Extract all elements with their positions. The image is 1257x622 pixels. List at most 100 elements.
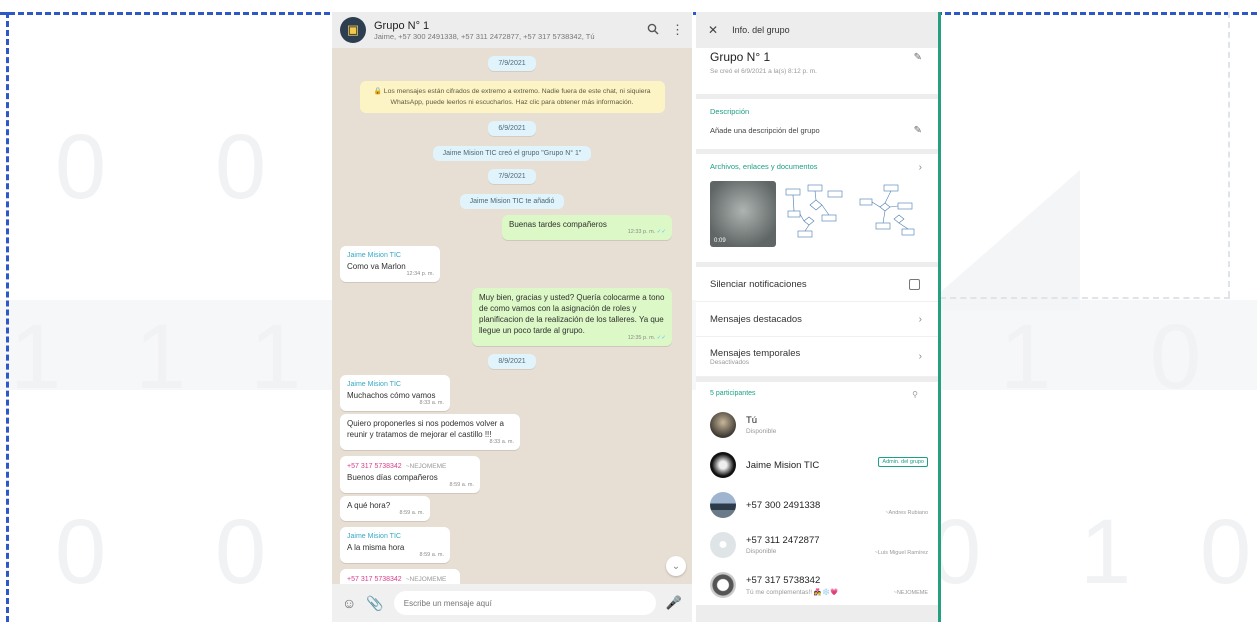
settings-card: Silenciar notificaciones Mensajes destac… (696, 267, 938, 377)
chat-members: Jaime, +57 300 2491338, +57 311 2472877,… (374, 31, 595, 41)
chat-header[interactable]: ▣ Grupo N° 1 Jaime, +57 300 2491338, +57… (332, 12, 692, 48)
participant-alias: ~Andres Rubiano (885, 510, 928, 516)
bg-digit: 1 (10, 306, 62, 408)
avatar (710, 412, 736, 438)
temporal-messages-row[interactable]: Mensajes temporales Desactivados › (696, 337, 938, 377)
message-sender: Jaime Mision TIC (347, 252, 401, 259)
chevron-down-icon: ⌄ (671, 560, 681, 572)
search-icon[interactable] (647, 23, 659, 38)
video-duration: 0:09 (714, 238, 726, 244)
diagram-thumbnail[interactable] (854, 181, 920, 247)
incoming-message[interactable]: A qué hora? 8:59 a. m. (340, 496, 430, 521)
bg-digit: 0 (55, 116, 107, 218)
avatar (710, 452, 736, 478)
diagram-image-icon (859, 184, 915, 236)
description-placeholder[interactable]: Añade una descripción del grupo (710, 126, 924, 135)
outgoing-message[interactable]: Buenas tardes compañeros 12:33 p. m. ✓✓ (502, 215, 672, 240)
mute-checkbox[interactable] (909, 278, 920, 290)
message-list[interactable]: 7/9/2021 🔒 Los mensajes están cifrados d… (332, 48, 692, 584)
system-message: Jaime Mision TIC creó el grupo "Grupo N°… (432, 146, 592, 161)
dashed-border-left (6, 12, 9, 622)
message-time: 8:33 a. m. (419, 400, 444, 406)
chat-panel: ▣ Grupo N° 1 Jaime, +57 300 2491338, +57… (332, 12, 692, 622)
microphone-icon[interactable]: 🎤 (666, 595, 682, 611)
dashed-border-mid (940, 297, 1230, 299)
date-chip: 7/9/2021 (488, 169, 536, 184)
encryption-notice[interactable]: 🔒 Los mensajes están cifrados de extremo… (359, 81, 665, 113)
participant-name: +57 311 2472877 (746, 535, 820, 546)
participant-name: +57 317 5738342 (746, 574, 821, 586)
message-sender: Jaime Mision TIC (347, 381, 401, 388)
incoming-message[interactable]: +57 317 5738342 ~NEJOMEME (340, 569, 460, 584)
admin-badge: Admin. del grupo (878, 457, 928, 467)
group-name-card: Grupo N° 1 Se creó el 6/9/2021 a la(s) 8… (696, 48, 938, 94)
bg-digit: 0 (1150, 306, 1202, 408)
search-participants-icon[interactable]: ⚲ (912, 390, 918, 399)
incoming-message[interactable]: Jaime Mision TIC Muchachos cómo vamos 8:… (340, 375, 450, 411)
participant-row[interactable]: Tú Disponible (696, 405, 938, 445)
diagram-thumbnail[interactable] (782, 181, 848, 247)
bg-digit: 0 (55, 501, 107, 603)
avatar (710, 492, 736, 518)
chevron-right-icon: › (918, 313, 922, 325)
starred-label: Mensajes destacados (710, 313, 802, 325)
chat-title: Grupo N° 1 (374, 19, 430, 32)
incoming-message[interactable]: Quiero proponerles si nos podemos volver… (340, 414, 520, 450)
message-time: 8:33 a. m. (489, 439, 514, 445)
double-check-icon: ✓✓ (656, 335, 666, 341)
system-message: Jaime Mision TIC te añadió (459, 194, 565, 209)
incoming-message[interactable]: +57 317 5738342 ~NEJOMEME Buenos días com… (340, 456, 480, 493)
participant-row[interactable]: +57 317 5738342 Tú me complementas!! 👩‍❤… (696, 565, 938, 605)
temporal-state: Desactivados (710, 358, 750, 366)
emoji-icon[interactable]: ☺ (342, 595, 356, 611)
chevron-right-icon: › (918, 351, 922, 362)
info-header: ✕ Info. del grupo (696, 12, 938, 48)
mute-notifications-row[interactable]: Silenciar notificaciones (696, 267, 938, 302)
message-sender: Jaime Mision TIC (347, 533, 401, 540)
starred-messages-row[interactable]: Mensajes destacados › (696, 302, 938, 337)
message-time: 8:59 a. m. (449, 482, 474, 488)
participant-row[interactable]: ● +57 311 2472877 Disponible ~Luis Migue… (696, 525, 938, 565)
scroll-down-button[interactable]: ⌄ (666, 556, 686, 576)
message-time: 8:59 a. m. (399, 510, 424, 516)
participants-count: 5 participantes (710, 390, 756, 397)
close-icon[interactable]: ✕ (708, 23, 718, 37)
message-text: Buenos días compañeros (347, 473, 438, 482)
message-time: 12:34 p. m. (406, 271, 434, 277)
background-shape (920, 170, 1080, 310)
default-avatar-icon: ● (710, 532, 736, 558)
date-chip: 8/9/2021 (488, 354, 536, 369)
outgoing-message[interactable]: Muy bien, gracias y usted? Quería coloca… (472, 288, 672, 346)
bg-digit: 1 (1080, 501, 1132, 603)
media-label[interactable]: Archivos, enlaces y documentos (710, 162, 924, 171)
message-time: 8:59 a. m. (419, 552, 444, 558)
bg-digit: 1 (250, 306, 302, 408)
monitor-icon: ▣ (346, 22, 360, 37)
participant-alias: ~Luis Miguel Ramírez (874, 550, 928, 556)
message-time: 12:35 p. m. ✓✓ (627, 335, 666, 341)
temporal-label: Mensajes temporales (710, 347, 801, 359)
participant-row[interactable]: Jaime Mision TIC Admin. del grupo (696, 445, 938, 485)
group-avatar[interactable]: ▣ (340, 17, 366, 43)
dashed-border-right (1228, 12, 1230, 297)
attach-icon[interactable]: 📎 (366, 595, 383, 612)
incoming-message[interactable]: Jaime Mision TIC Como va Marlon 12:34 p.… (340, 246, 440, 282)
participant-status: Tú me complementas!! 👩‍❤️‍👨❄️💗 (746, 588, 839, 596)
message-sender: +57 317 5738342 (347, 576, 402, 583)
sender-nickname: ~NEJOMEME (405, 576, 447, 583)
video-thumbnail[interactable]: 0:09 (710, 181, 776, 247)
message-composer: ☺ 📎 🎤 (332, 584, 692, 622)
menu-icon[interactable]: ⋮ (671, 22, 684, 38)
participant-row[interactable]: +57 300 2491338 ~Andres Rubiano (696, 485, 938, 525)
message-input[interactable] (393, 591, 656, 615)
group-name: Grupo N° 1 (710, 50, 771, 64)
sender-nickname: ~NEJOMEME (405, 463, 447, 470)
double-check-icon: ✓✓ (656, 229, 666, 235)
edit-description-icon[interactable]: ✎ (914, 125, 922, 136)
edit-name-icon[interactable]: ✎ (914, 52, 922, 63)
incoming-message[interactable]: Jaime Mision TIC A la misma hora 8:59 a.… (340, 527, 450, 563)
bg-digit: 1 (135, 306, 187, 408)
bg-digit: 0 (215, 116, 267, 218)
chevron-right-icon[interactable]: › (919, 162, 922, 173)
group-info-panel: ✕ Info. del grupo Grupo N° 1 Se creó el … (696, 12, 941, 622)
